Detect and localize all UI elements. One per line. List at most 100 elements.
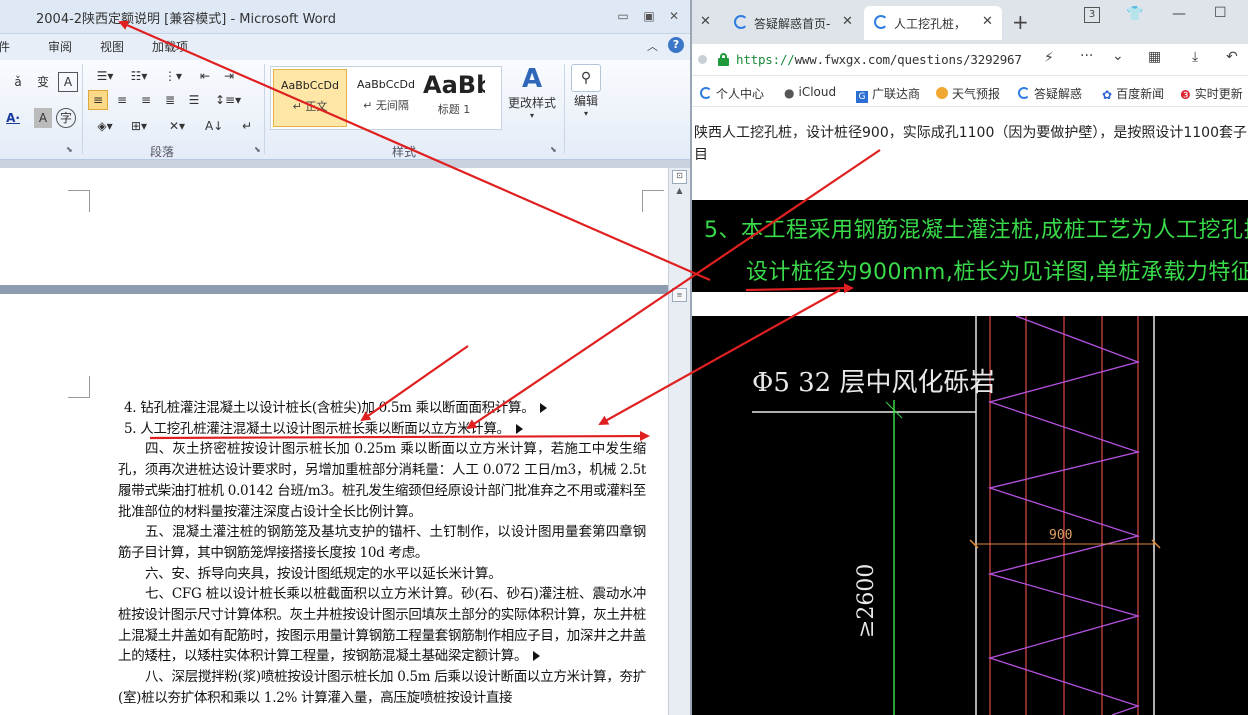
url-text[interactable]: https://www.fwxgx.com/questions/3292967 xyxy=(736,52,1022,67)
document-paragraph[interactable]: 七、CFG 桩以设计桩长乘以桩截面积以立方米计算。砂(石、砂石)灌注桩、震动水冲… xyxy=(118,584,646,667)
font-color-icon[interactable]: A· xyxy=(0,108,26,128)
document-paragraph[interactable]: 八、深层搅拌粉(浆)喷桩按设计图示桩长加 0.5m 后乘以设计断面以立方米计算，… xyxy=(118,667,646,708)
borders-icon[interactable]: ⊞▾ xyxy=(124,116,154,136)
bookmark-qa[interactable]: 答疑解惑 xyxy=(1018,85,1082,102)
align-left-icon[interactable]: ≡ xyxy=(88,90,108,110)
paragraph-text: 4. 钻孔桩灌注混凝土以设计桩长(含桩尖)加 0.5m 乘以断面面积计算。 xyxy=(124,400,535,416)
more-icon[interactable]: ··· xyxy=(1080,48,1093,64)
close-tab-icon[interactable]: ✕ xyxy=(700,14,711,29)
restore-icon[interactable]: ▣ xyxy=(640,8,658,24)
browser-tab-2-label: 人工挖孔桩， xyxy=(894,17,967,31)
tab-mailings[interactable]: 邮件 xyxy=(0,38,10,55)
browser-tab-1-label: 答疑解惑首页- xyxy=(754,17,831,31)
document-paragraph[interactable]: 四、灰土挤密桩按设计图示桩长加 0.25m 乘以断面以立方米计算，若施工中发生缩… xyxy=(118,439,646,522)
cad-pile-drawing: Φ5 32 层中风化砾岩 900 ≥2600 xyxy=(692,316,1248,715)
cad-note-image: 5、本工程采用钢筋混凝土灌注桩,成桩工艺为人工挖孔扩底成孔。 设计桩径为900m… xyxy=(692,200,1248,292)
paragraph-text: 七、CFG 桩以设计桩长乘以桩截面积以立方米计算。砂(石、砂石)灌注桩、震动水冲… xyxy=(118,586,646,665)
bookmark-favicon-icon xyxy=(700,87,712,99)
download-icon[interactable]: ⤓ xyxy=(1192,49,1198,65)
bookmark-weather[interactable]: 天气预报 xyxy=(936,85,1000,102)
apple-icon: ● xyxy=(784,86,795,100)
chinese-layout-icon[interactable]: ✕▾ xyxy=(164,116,190,136)
bookmark-realtime[interactable]: ❸ 实时更新 xyxy=(1180,85,1243,102)
address-bar[interactable]: https://www.fwxgx.com/questions/3292967 … xyxy=(692,44,1248,76)
style-heading-1-name: 标题 1 xyxy=(437,103,471,116)
document-paragraph[interactable]: 5. 人工挖孔桩灌注混凝土以设计图示桩长乘以断面以立方米计算。 xyxy=(118,419,646,440)
char-border-icon[interactable]: A xyxy=(58,72,78,92)
document-page-top xyxy=(0,168,668,286)
browser-tab-2[interactable]: 人工挖孔桩， ✕ xyxy=(864,6,1002,40)
document-paragraph[interactable]: 五、混凝土灌注桩的钢筋笼及基坑支护的锚杆、土钉制作，以设计图用量套第四章钢筋子目… xyxy=(118,522,646,563)
show-marks-icon[interactable]: ↵ xyxy=(238,116,256,136)
lock-icon xyxy=(718,53,729,66)
shading-icon[interactable]: ◈▾ xyxy=(90,116,120,136)
tab-count-badge[interactable]: 3 xyxy=(1084,7,1100,23)
new-tab-icon[interactable]: + xyxy=(1012,10,1029,34)
document-paragraph[interactable]: 4. 钻孔桩灌注混凝土以设计桩长(含桩尖)加 0.5m 乘以断面面积计算。 xyxy=(118,398,646,419)
justify-icon[interactable]: ≣ xyxy=(160,90,180,110)
binoculars-icon: ⚲ xyxy=(571,64,601,92)
close-icon[interactable]: ✕ xyxy=(665,8,683,24)
sort-icon[interactable]: A↓ xyxy=(204,116,224,136)
decrease-indent-icon[interactable]: ⇤ xyxy=(196,66,214,86)
change-styles-button[interactable]: A 更改样式 ▾ xyxy=(506,64,558,120)
minimize-icon[interactable]: — xyxy=(1172,6,1186,22)
style-heading-1[interactable]: AaBb 标题 1 xyxy=(423,69,485,127)
apps-grid-icon[interactable]: ▦ xyxy=(1148,49,1161,65)
shirt-icon[interactable]: 👕 xyxy=(1126,6,1143,22)
collapse-ribbon-icon[interactable]: ︿ xyxy=(647,38,658,54)
enclosed-char-icon[interactable]: 字 xyxy=(56,108,76,128)
styles-dialog-launcher-icon[interactable]: ⬊ xyxy=(550,145,557,154)
font-dialog-launcher-icon[interactable]: ⬊ xyxy=(66,145,73,154)
line-spacing-icon[interactable]: ↕≡▾ xyxy=(214,90,242,110)
distributed-icon[interactable]: ☰ xyxy=(184,90,204,110)
tab-previous[interactable]: ✕ xyxy=(692,6,722,40)
style-no-spacing-name: ↵ 无间隔 xyxy=(363,99,409,112)
bookmark-favicon-icon xyxy=(1018,87,1030,99)
browser-tab-1[interactable]: 答疑解惑首页- ✕ xyxy=(724,6,860,40)
bullets-icon[interactable]: ☰▾ xyxy=(90,66,120,86)
tab-view[interactable]: 视图 xyxy=(100,38,124,55)
phonetic-guide-icon[interactable]: 变 xyxy=(32,72,54,92)
lightning-icon[interactable]: ⚡ xyxy=(1044,50,1054,66)
edit-button[interactable]: ⚲ 编辑 ▾ xyxy=(568,64,604,118)
scroll-thumb[interactable]: ≡ xyxy=(672,288,687,302)
tab-addins[interactable]: 加载项 xyxy=(152,38,188,55)
paragraph-dialog-launcher-icon[interactable]: ⬊ xyxy=(254,145,261,154)
paragraph-mark-icon xyxy=(533,651,541,662)
cad-layer-label: Φ5 32 层中风化砾岩 xyxy=(752,368,996,398)
paragraph-text: 八、深层搅拌粉(浆)喷桩按设计图示桩长加 0.5m 后乘以设计断面以立方米计算，… xyxy=(118,669,646,706)
tab-review[interactable]: 审阅 xyxy=(48,38,72,55)
bookmark-icloud[interactable]: ● iCloud xyxy=(784,85,836,100)
align-right-icon[interactable]: ≡ xyxy=(136,90,156,110)
minimize-icon[interactable]: ▭ xyxy=(614,8,632,24)
bookmark-personal-center[interactable]: 个人中心 xyxy=(700,85,764,102)
baidu-paw-icon: ✿ xyxy=(1102,88,1113,102)
edit-label: 编辑 xyxy=(573,94,598,108)
align-center-icon[interactable]: ≡ xyxy=(112,90,132,110)
dropdown-icon[interactable]: ⌄ xyxy=(1112,48,1124,64)
ruler-toggle-icon[interactable]: ⊡ xyxy=(672,170,687,184)
numbering-icon[interactable]: ☷▾ xyxy=(124,66,154,86)
ruler xyxy=(0,160,690,168)
help-icon[interactable]: ? xyxy=(668,37,684,53)
document-body[interactable]: 4. 钻孔桩灌注混凝土以设计桩长(含桩尖)加 0.5m 乘以断面面积计算。 5. … xyxy=(118,398,646,709)
scroll-up-icon[interactable]: ▲ xyxy=(672,186,687,200)
close-tab-icon[interactable]: ✕ xyxy=(982,14,993,29)
style-normal[interactable]: AaBbCcDd ↵ 正文 xyxy=(273,69,347,127)
back-icon[interactable]: ↶ xyxy=(1226,49,1238,65)
close-tab-icon[interactable]: ✕ xyxy=(842,14,853,29)
vertical-scrollbar[interactable]: ⊡ ▲ ≡ xyxy=(668,168,690,715)
multilevel-list-icon[interactable]: ⋮▾ xyxy=(158,66,188,86)
paragraph-mark-icon xyxy=(515,423,523,434)
bookmark-glodon[interactable]: G 广联达商 xyxy=(856,85,920,103)
question-page: 陕西人工挖孔桩，设计桩径900，实际成孔1100（因为要做护壁），是按照设计11… xyxy=(692,108,1248,715)
char-shading-icon[interactable]: A xyxy=(34,108,52,128)
increase-indent-icon[interactable]: ⇥ xyxy=(220,66,238,86)
clear-format-icon[interactable]: ǎ xyxy=(8,72,28,92)
site-info-icon[interactable] xyxy=(698,55,707,64)
bookmark-baidu-news[interactable]: ✿ 百度新闻 xyxy=(1102,85,1164,102)
style-no-spacing[interactable]: AaBbCcDd ↵ 无间隔 xyxy=(349,69,423,127)
maximize-icon[interactable]: ☐ xyxy=(1214,5,1227,21)
document-paragraph[interactable]: 六、安、拆导向夹具，按设计图纸规定的水平以延长米计算。 xyxy=(118,564,646,585)
